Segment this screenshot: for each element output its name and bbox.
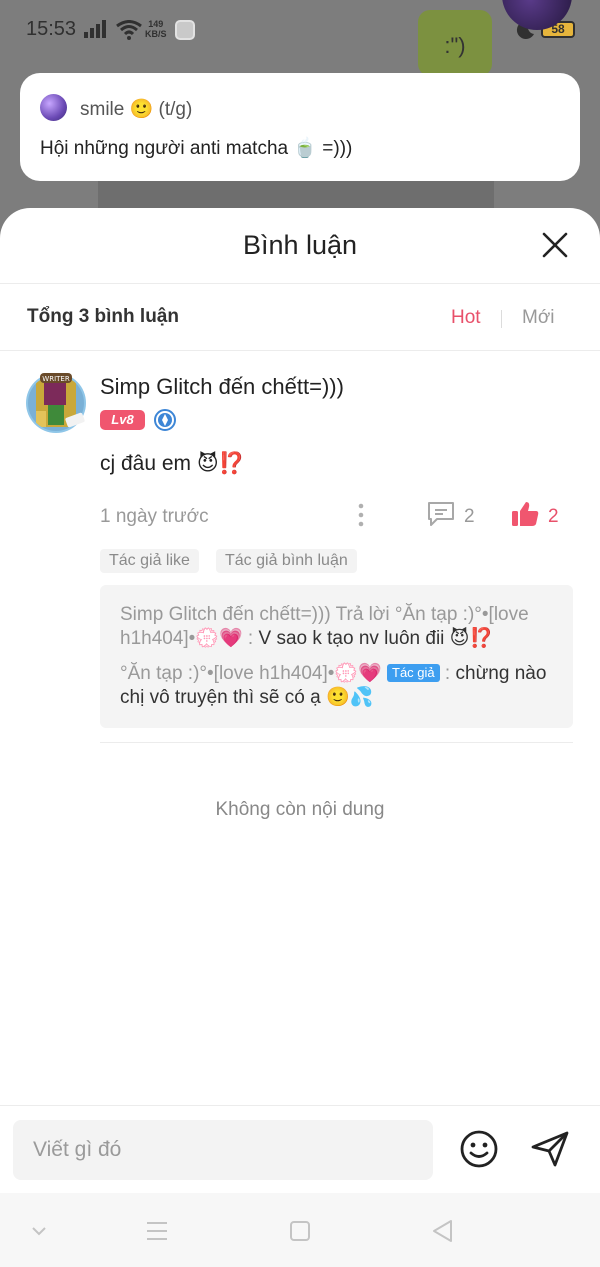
- divider: [100, 742, 573, 743]
- author-commented-tag: Tác giả bình luận: [216, 549, 357, 573]
- thumbs-up-icon[interactable]: [510, 499, 540, 529]
- sort-hot-tab[interactable]: Hot: [451, 307, 481, 329]
- background-sticker: :"): [418, 10, 492, 76]
- replies-preview[interactable]: Simp Glitch đến chếtt=))) Trả lời °Ăn tạ…: [100, 585, 573, 728]
- notification-avatar: [40, 94, 67, 121]
- comments-sheet: Bình luận Tổng 3 bình luận Hot Mới WRITE…: [0, 208, 600, 1267]
- divider: [0, 283, 600, 284]
- notification-body: Hội những người anti matcha 🍵 =))): [40, 138, 353, 159]
- home-icon[interactable]: [287, 1218, 313, 1244]
- chevron-down-icon[interactable]: [26, 1218, 52, 1244]
- author-liked-tag: Tác giả like: [100, 549, 199, 573]
- more-options-icon[interactable]: [352, 502, 370, 528]
- reply-item[interactable]: Simp Glitch đến chếtt=))) Trả lời °Ăn tạ…: [120, 603, 553, 651]
- notification-banner[interactable]: smile 🙂 (t/g) Hội những người anti match…: [20, 73, 580, 181]
- wifi-icon: [116, 20, 142, 40]
- system-nav-bar: [0, 1193, 600, 1267]
- divider: [0, 1105, 600, 1106]
- comment-total: Tổng 3 bình luận: [27, 306, 179, 327]
- menu-icon[interactable]: [144, 1218, 170, 1244]
- network-speed: 149 KB/S: [145, 19, 167, 39]
- level-badge: Lv8: [100, 410, 145, 430]
- verified-icon: [154, 409, 176, 431]
- sheet-title: Bình luận: [242, 230, 358, 260]
- like-count: 2: [548, 506, 559, 527]
- clock: 15:53: [26, 18, 77, 40]
- reply-icon[interactable]: [426, 500, 456, 528]
- reply-item[interactable]: °Ăn tạp :)°•[love h1h404]•💮💗 Tác giả : c…: [120, 662, 553, 710]
- close-icon[interactable]: [540, 230, 570, 260]
- signal-icon: [84, 20, 106, 38]
- app-notification-icon: [175, 20, 195, 40]
- back-icon[interactable]: [430, 1218, 456, 1244]
- notification-title: smile 🙂 (t/g): [80, 99, 193, 120]
- reply-count: 2: [464, 506, 475, 527]
- emoji-icon[interactable]: [459, 1129, 499, 1169]
- sort-new-tab[interactable]: Mới: [522, 307, 555, 329]
- send-icon[interactable]: [529, 1129, 571, 1169]
- svg-text:WRITER: WRITER: [42, 375, 70, 383]
- sort-separator: [501, 310, 502, 328]
- end-of-content: Không còn nội dung: [215, 799, 385, 820]
- commenter-name[interactable]: Simp Glitch đến chếtt=))): [100, 374, 344, 400]
- divider: [0, 350, 600, 351]
- comment-input[interactable]: [13, 1120, 433, 1180]
- avatar[interactable]: WRITER: [22, 371, 90, 435]
- comment-text: cj đâu em 😈⁉️: [100, 452, 245, 475]
- author-badge: Tác giả: [387, 664, 440, 682]
- comment-timestamp: 1 ngày trước: [100, 506, 209, 527]
